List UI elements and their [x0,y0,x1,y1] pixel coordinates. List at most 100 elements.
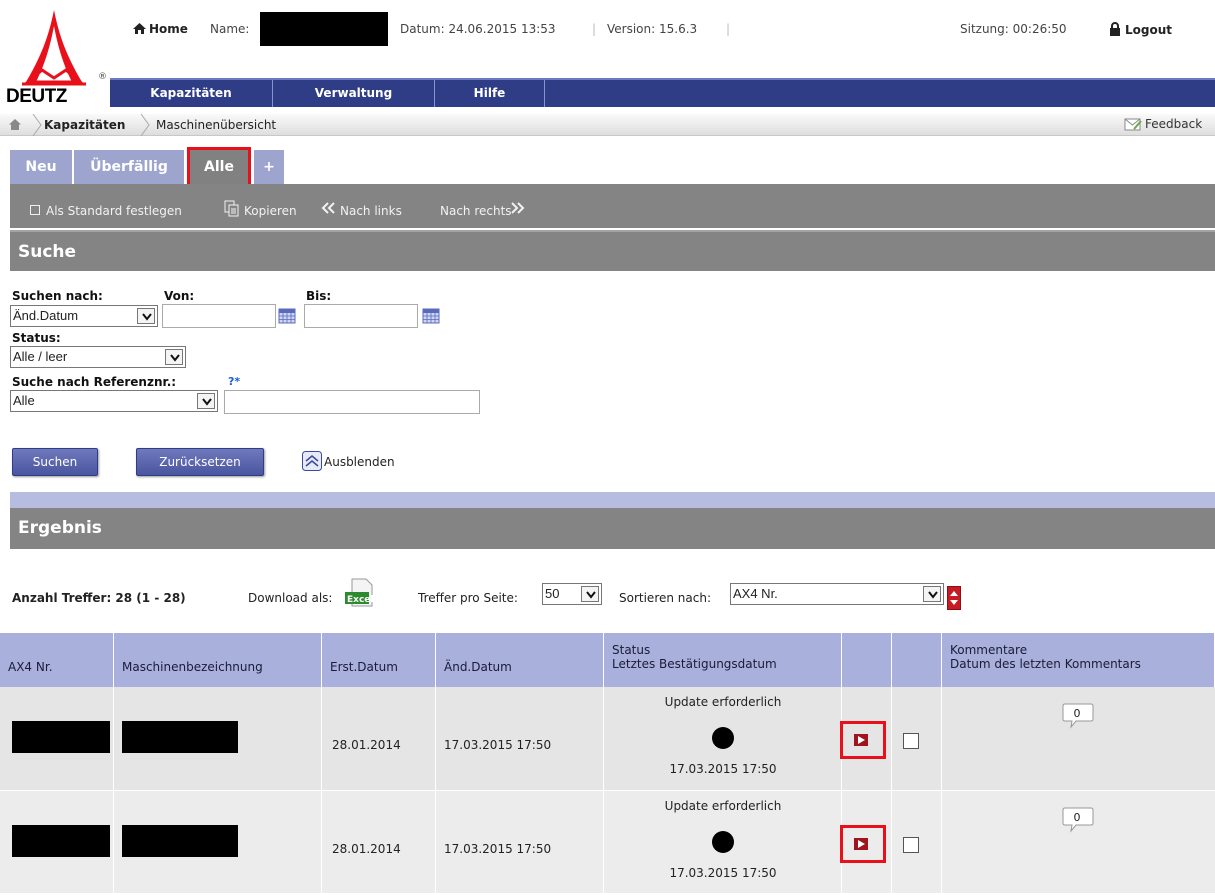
move-left-label[interactable]: Nach links [340,204,402,218]
cell-created: 28.01.2014 [322,791,436,894]
column-header-status-title: Status [612,643,651,657]
svg-text:Excel: Excel [347,595,373,605]
sort-select[interactable]: AX4 Nr. [730,583,944,605]
cell-ax4 [0,791,114,894]
sort-label: Sortieren nach: [619,591,711,605]
column-header-select [892,633,942,687]
set-default-checkbox[interactable] [30,205,40,215]
open-detail-button[interactable] [840,721,886,759]
collapse-icon[interactable] [302,451,322,471]
cell-created: 28.01.2014 [322,687,436,790]
column-header-comments-subtitle: Datum des letzten Kommentars [950,657,1141,671]
column-header-status[interactable]: Status Letztes Bestätigungsdatum [604,633,842,687]
main-navigation: Kapazitäten Verwaltung Hilfe [110,78,1215,107]
column-header-created[interactable]: Erst.Datum [322,633,436,687]
reference-help-link[interactable]: ?* [228,375,240,388]
chevron-down-icon [197,393,215,409]
table-row[interactable]: 28.01.2014 17.03.2015 17:50 Update erfor… [0,687,1215,790]
nav-item-kapazitaeten[interactable]: Kapazitäten [110,80,273,107]
breadcrumb-separator-icon [140,114,150,136]
row-checkbox[interactable] [903,837,919,853]
result-count: Anzahl Treffer: 28 (1 - 28) [12,591,186,605]
cell-machine [114,791,322,894]
status-text: Update erforderlich [664,799,782,813]
feedback-link[interactable]: Feedback [1124,117,1202,131]
home-link[interactable]: Home [132,22,188,36]
move-right-label[interactable]: Nach rechts [440,204,512,218]
mail-icon [1124,118,1142,131]
play-icon [854,838,868,850]
comment-count: 0 [1073,811,1081,824]
created-date: 28.01.2014 [332,842,401,856]
tab-alle[interactable]: Alle [187,147,251,187]
table-row[interactable]: 28.01.2014 17.03.2015 17:50 Update erfor… [0,790,1215,894]
search-by-select[interactable]: Änd.Datum [10,305,158,327]
chevron-down-icon [137,308,155,324]
status-text: Update erforderlich [664,695,782,709]
nav-item-verwaltung[interactable]: Verwaltung [273,80,435,107]
lock-icon [1110,22,1120,36]
search-button[interactable]: Suchen [12,448,98,476]
set-default-label[interactable]: Als Standard festlegen [46,204,182,218]
column-header-comments-title: Kommentare [950,643,1028,657]
per-page-value: 50 [545,586,560,601]
to-date-input[interactable] [304,304,418,328]
breadcrumb-home-icon[interactable] [8,118,22,131]
cell-changed: 17.03.2015 17:50 [436,791,604,894]
column-header-comments[interactable]: Kommentare Datum des letzten Kommentars [942,633,1215,687]
tab-neu[interactable]: Neu [10,150,72,184]
calendar-icon[interactable] [278,308,296,324]
logout-link[interactable]: Logout [1109,22,1172,37]
sort-direction-icon[interactable] [947,586,961,610]
comment-bubble-icon[interactable]: 0 [1062,703,1094,729]
tab-add[interactable]: + [254,150,284,184]
version-label: Version: 15.6.3 [607,22,698,36]
excel-icon[interactable]: Excel [344,578,374,608]
copy-label[interactable]: Kopieren [244,204,297,218]
breadcrumb-page: Maschinenübersicht [156,118,277,132]
chevron-down-icon [581,586,599,602]
copy-icon[interactable] [224,200,240,217]
comment-count: 0 [1073,707,1081,720]
open-detail-button[interactable] [840,825,886,863]
breadcrumb-section[interactable]: Kapazitäten [44,118,125,132]
nav-item-hilfe[interactable]: Hilfe [435,80,545,107]
play-icon [854,734,868,746]
home-icon [133,23,146,34]
status-label: Status: [12,331,61,345]
column-header-changed[interactable]: Änd.Datum [436,633,604,687]
per-page-select[interactable]: 50 [542,583,602,605]
created-date: 28.01.2014 [332,738,401,752]
download-label: Download als: [248,591,333,605]
registered-mark: ® [98,72,107,82]
reference-input[interactable] [224,390,480,414]
confirmed-date: 17.03.2015 17:50 [669,762,777,776]
status-dot-icon [712,727,734,749]
cell-machine [114,687,322,790]
name-label: Name: [210,22,250,36]
name-value-redacted [260,12,388,46]
reference-select[interactable]: Alle [10,390,218,412]
ax4-number-redacted [12,825,110,857]
reset-button[interactable]: Zurücksetzen [136,448,264,476]
hide-search-label[interactable]: Ausblenden [324,455,395,469]
column-header-machine[interactable]: Maschinenbezeichnung [114,633,322,687]
top-bar: Home Name: Datum: 24.06.2015 13:53 | Ver… [110,0,1215,78]
breadcrumb-separator-icon [32,114,42,136]
tab-ueberfaellig[interactable]: Überfällig [74,150,184,184]
machine-name-redacted [122,825,238,857]
comment-bubble-icon[interactable]: 0 [1062,807,1094,833]
status-value: Alle / leer [13,349,68,364]
double-chevron-left-icon[interactable] [320,202,336,214]
changed-date: 17.03.2015 17:50 [444,842,552,856]
from-date-input[interactable] [162,304,276,328]
logo-mark-icon [22,10,86,86]
column-header-ax4[interactable]: AX4 Nr. [0,633,114,687]
status-select[interactable]: Alle / leer [10,346,186,368]
calendar-icon[interactable] [422,308,440,324]
double-chevron-right-icon[interactable] [510,202,526,214]
row-checkbox[interactable] [903,733,919,749]
view-tabs: Neu Überfällig Alle + [0,144,1215,187]
from-label: Von: [164,289,195,303]
home-label: Home [149,22,188,36]
